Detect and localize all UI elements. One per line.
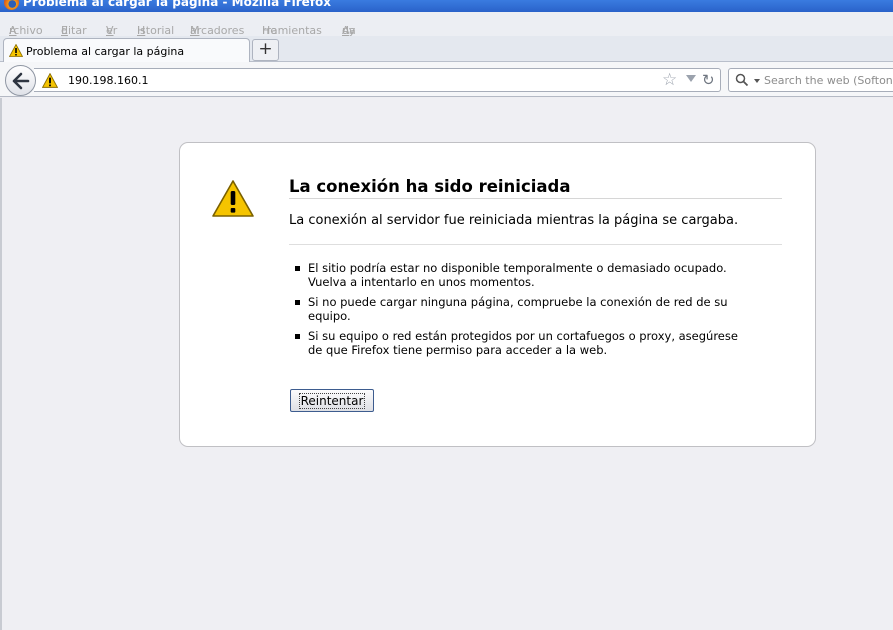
tab-strip: Problema al cargar la página + (0, 36, 893, 63)
back-button[interactable] (5, 65, 36, 96)
suggestion-item: Si no puede cargar ninguna página, compr… (294, 295, 754, 323)
url-text[interactable]: 190.198.160.1 (68, 74, 148, 87)
search-icon[interactable] (735, 73, 749, 87)
error-suggestions: El sitio podría estar no disponible temp… (294, 261, 754, 363)
site-warning-icon[interactable] (42, 73, 58, 88)
error-description: La conexión al servidor fue reiniciada m… (289, 213, 739, 228)
large-warning-icon (212, 180, 254, 217)
page-content: La conexión ha sido reiniciada La conexi… (0, 98, 893, 630)
search-bar[interactable]: Search the web (Softonic) (728, 68, 893, 92)
tab-label: Problema al cargar la página (26, 45, 185, 58)
url-history-dropdown-icon[interactable] (686, 75, 696, 82)
new-tab-button[interactable]: + (252, 39, 279, 61)
url-bar[interactable]: 190.198.160.1 ☆ ↻ (34, 68, 721, 92)
tab-active[interactable]: Problema al cargar la página (3, 38, 250, 63)
suggestion-item: Si su equipo o red están protegidos por … (294, 329, 754, 357)
navigation-bar: 190.198.160.1 ☆ ↻ Search the web (Softon… (0, 62, 893, 97)
suggestion-item: El sitio podría estar no disponible temp… (294, 261, 754, 289)
window-titlebar: Problema al cargar la página - Mozilla F… (0, 0, 893, 12)
divider (289, 244, 782, 245)
window-title: Problema al cargar la página - Mozilla F… (23, 0, 331, 9)
search-engine-dropdown-icon[interactable] (754, 79, 760, 83)
error-title: La conexión ha sido reiniciada (289, 177, 782, 199)
bookmark-star-icon[interactable]: ☆ (662, 70, 677, 90)
menu-bar: Archivo Editar Ver Historial Marcadores … (0, 12, 893, 37)
retry-button[interactable]: Reintentar (290, 389, 374, 412)
search-placeholder[interactable]: Search the web (Softonic) (764, 74, 893, 87)
back-arrow-icon (12, 72, 30, 90)
error-box: La conexión ha sido reiniciada La conexi… (179, 142, 816, 447)
retry-label: Reintentar (298, 392, 366, 409)
warning-icon (9, 44, 23, 57)
firefox-logo-icon (4, 0, 19, 10)
reload-icon[interactable]: ↻ (702, 71, 715, 89)
